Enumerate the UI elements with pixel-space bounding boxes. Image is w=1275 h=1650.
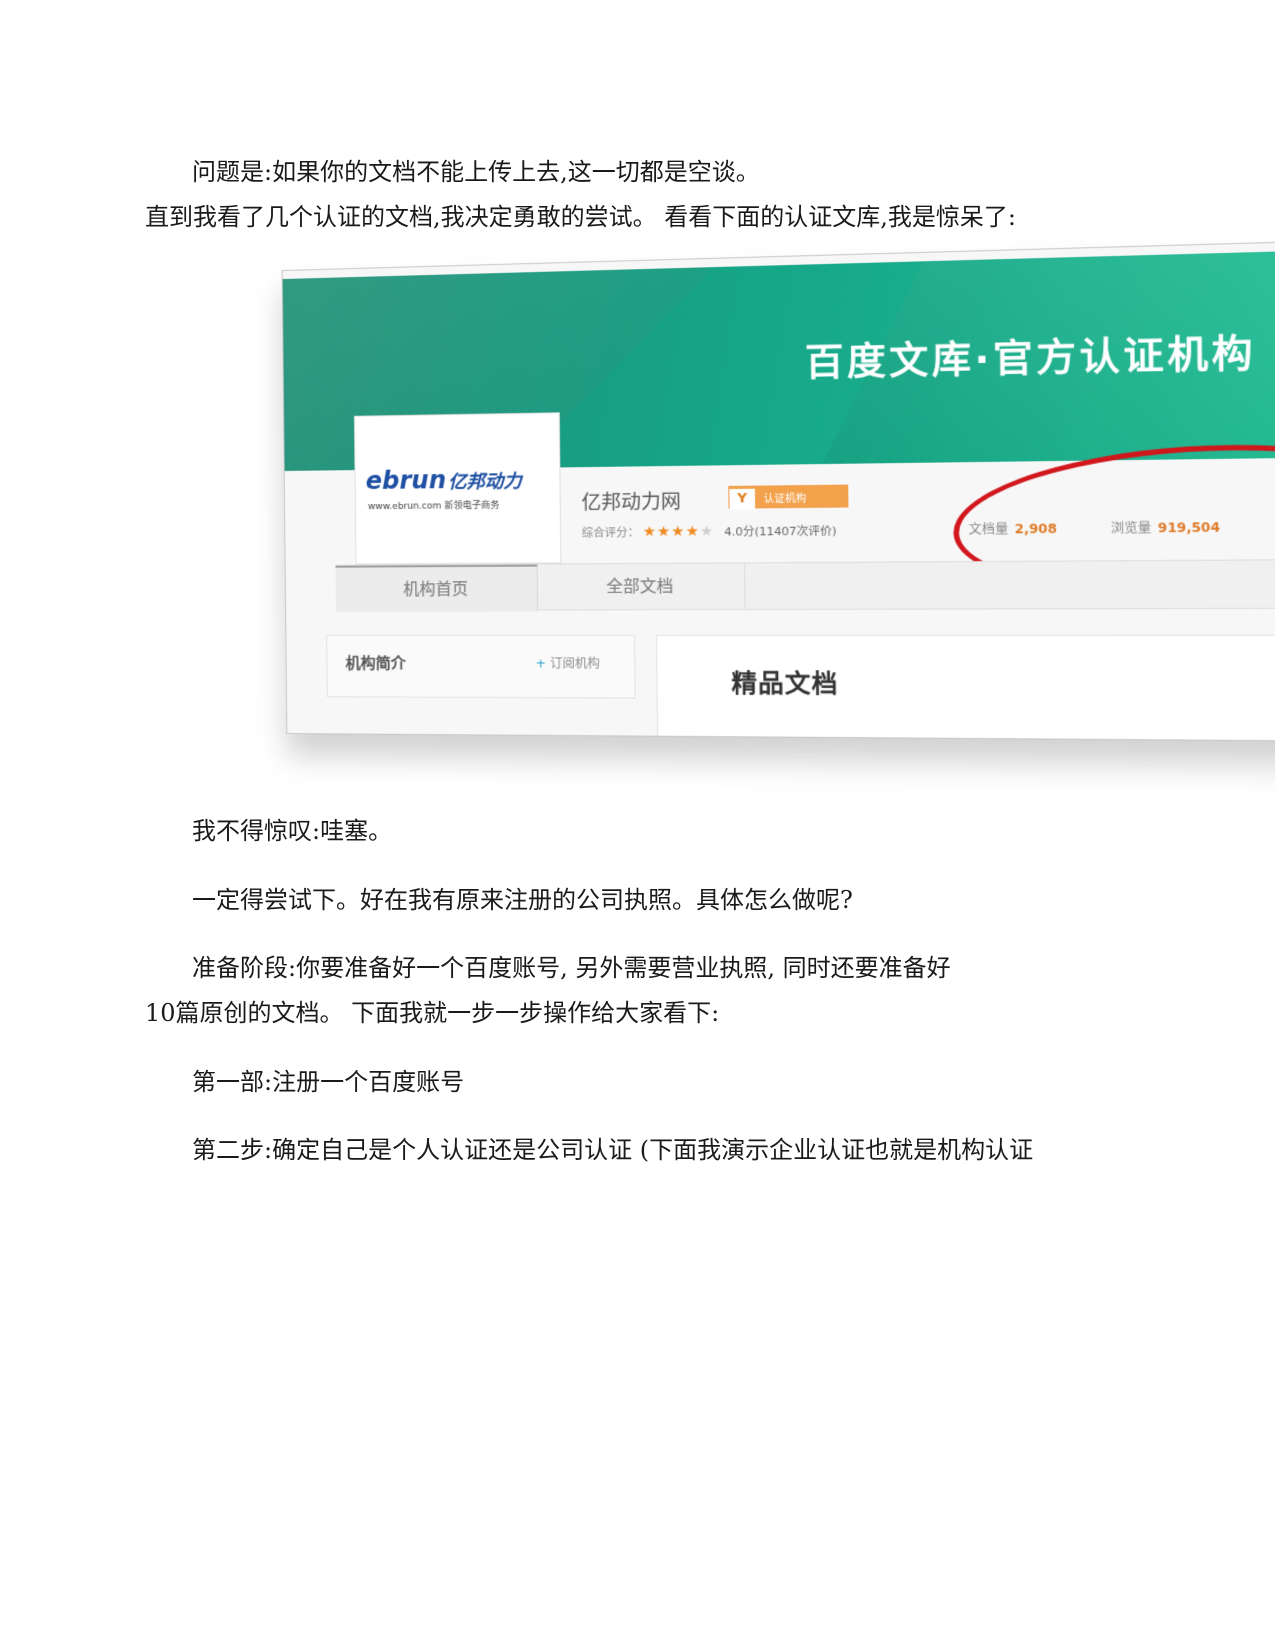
org-logo: ebrun 亿邦动力 www.ebrun.com 新领电子商务: [353, 412, 562, 565]
org-intro-title: 机构简介: [345, 654, 407, 673]
paragraph-3: 我不得惊叹:哇塞。: [192, 817, 393, 845]
embedded-screenshot: 百度文库·官方认证机构 ebrun 亿邦动力 www.ebrun.com 新领电子…: [281, 239, 1275, 742]
verified-icon: Y: [729, 488, 756, 510]
banner-title: 百度文库·官方认证机构: [804, 332, 1257, 386]
plus-icon: +: [535, 656, 547, 671]
org-name[interactable]: 亿邦动力网: [581, 486, 681, 515]
logo-url: www.ebrun.com 新领电子商务: [367, 500, 500, 513]
org-intro-panel: 机构简介 + 订阅机构: [326, 634, 636, 699]
featured-docs-panel: 精品文档: [655, 634, 1275, 742]
featured-docs-title: 精品文档: [731, 668, 839, 699]
paragraph-1: 问题是:如果你的文档不能上传上去,这一切都是空谈。: [192, 158, 760, 186]
star-rating-icon: ★★★★★: [642, 523, 715, 541]
paragraph-6: 第一部:注册一个百度账号: [192, 1068, 465, 1096]
rating-row: 综合评分： ★★★★★ 4.0分(11407次评价): [582, 522, 837, 541]
badge-label: 认证机构: [763, 493, 807, 506]
paragraph-5-line-2: 10篇原创的文档。 下面我就一步一步操作给大家看下:: [145, 999, 720, 1027]
tab-all-docs[interactable]: 全部文档: [536, 563, 746, 610]
rating-score: 4.0分(11407次评价): [724, 524, 837, 539]
paragraph-7: 第二步:确定自己是个人认证还是公司认证 (下面我演示企业认证也就是机构认证: [192, 1136, 1034, 1164]
paragraph-4: 一定得尝试下。好在我有原来注册的公司执照。具体怎么做呢?: [192, 886, 853, 914]
tab-org-home[interactable]: 机构首页: [335, 564, 539, 612]
rating-label: 综合评分：: [581, 525, 640, 540]
logo-wordmark: ebrun 亿邦动力: [365, 465, 522, 496]
org-tabs: 机构首页 全部文档: [335, 558, 1275, 612]
verified-badge: Y 认证机构: [728, 484, 849, 510]
paragraph-5-line-1: 准备阶段:你要准备好一个百度账号, 另外需要营业执照, 同时还要准备好: [192, 954, 951, 982]
paragraph-2: 直到我看了几个认证的文档,我决定勇敢的尝试。 看看下面的认证文库,我是惊呆了:: [145, 203, 1016, 231]
subscribe-link[interactable]: + 订阅机构: [535, 654, 600, 671]
